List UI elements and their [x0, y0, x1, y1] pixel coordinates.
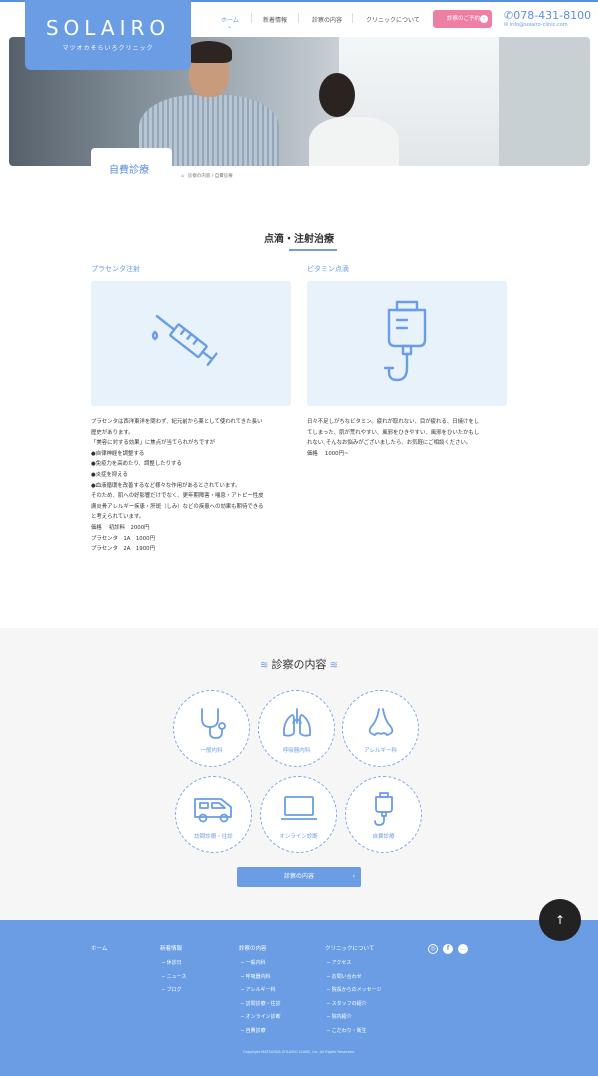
card-title-placenta: プラセンタ注射 [91, 265, 140, 273]
price-line: プラセンタ 2A 1900円 [91, 546, 155, 553]
page-top-button[interactable]: ↑ [539, 899, 581, 941]
footer-head-news[interactable]: 新着情報 [160, 944, 186, 952]
car-icon [193, 798, 232, 823]
footer-link[interactable]: ─ 一般内科 [239, 959, 281, 973]
email-address[interactable]: ✉ info@solairo-clinic.com [504, 22, 568, 28]
breadcrumb-link[interactable]: 診察の内容 [188, 174, 211, 179]
arrow-right-icon: › [480, 15, 488, 23]
logo-subtitle: マツオカそらいろクリニック [62, 45, 154, 52]
price-line: 価格 初診料 2000円 [91, 524, 150, 531]
service-home-visit[interactable]: 訪問診療・往診 [175, 776, 252, 853]
section-underline [289, 249, 337, 251]
card-description-placenta: プラセンタは西洋東洋を問わず、紀元前から薬として使われてきた長い 歴史があります… [91, 417, 301, 555]
logo-name: SOLAIRO [45, 16, 171, 40]
chevron-down-icon: ⌄ [227, 23, 233, 30]
footer-link[interactable]: ─ ブログ [160, 986, 186, 1000]
syringe-icon [151, 314, 218, 366]
reserve-label: 診察のご予約 [447, 16, 481, 22]
footer-column-news: 新着情報 ─ 休診日 ─ ニュース ─ ブログ [160, 944, 186, 1000]
wave-deco-icon: ≋ [259, 660, 272, 671]
line-icon[interactable]: … [458, 944, 468, 954]
stethoscope-icon [200, 708, 226, 739]
nav-services[interactable]: 診察の内容 [312, 15, 342, 24]
nav-about[interactable]: クリニックについて [366, 15, 420, 24]
breadcrumb: ⌂ 診察の内容 / 自費診療 [181, 174, 233, 179]
copyright: Copyright MATSUOKA SOLAIRO CLINIC, Inc. … [243, 1050, 355, 1054]
price-line: プラセンタ 1A 1000円 [91, 535, 155, 542]
nav-divider [352, 13, 353, 23]
service-online[interactable]: オンライン診断 [260, 776, 337, 853]
footer-link[interactable]: ─ 訪問診療・往診 [239, 1000, 281, 1014]
footer-link[interactable]: ─ アレルギー科 [239, 986, 281, 1000]
card-title-vitamin: ビタミン点滴 [307, 265, 349, 273]
footer-column-home: ホーム [91, 944, 107, 959]
nav-news[interactable]: 新着情報 [263, 15, 287, 24]
footer-link[interactable]: ─ 院内紹介 [325, 1013, 382, 1027]
iv-drip-icon [373, 792, 393, 826]
wave-deco-icon: ≋ [326, 660, 339, 671]
nav-divider [298, 13, 299, 23]
footer-link[interactable]: ─ アクセス [325, 959, 382, 973]
service-self-pay[interactable]: 自費診療 [345, 776, 422, 853]
footer-head-services[interactable]: 診察の内容 [239, 944, 281, 952]
footer-link[interactable]: ─ オンライン診断 [239, 1013, 281, 1027]
footer-link[interactable]: ─ ニュース [160, 973, 186, 987]
footer-link-home[interactable]: ホーム [91, 944, 107, 952]
footer-link[interactable]: ─ 呼吸器内科 [239, 973, 281, 987]
reserve-button[interactable]: 診察のご予約 › [433, 10, 492, 28]
footer-column-services: 診察の内容 ─ 一般内科 ─ 呼吸器内科 ─ アレルギー科 ─ 訪問診療・往診 … [239, 944, 281, 1041]
breadcrumb-current: 自費診療 [214, 174, 233, 179]
clinic-logo[interactable]: SOLAIRO マツオカそらいろクリニック [25, 0, 191, 70]
facebook-icon[interactable]: f [443, 944, 453, 954]
laptop-icon [280, 796, 317, 820]
services-button[interactable]: 診察の内容 › [237, 867, 361, 887]
phone-icon: ✆ [504, 9, 514, 22]
service-general[interactable]: 一般内科 [173, 690, 250, 767]
section-title: 点滴・注射治療 [264, 234, 334, 245]
footer-head-about[interactable]: クリニックについて [325, 944, 382, 952]
footer-link[interactable]: ─ スタッフの紹介 [325, 1000, 382, 1014]
page-title: 自費診療 [109, 165, 149, 176]
footer-link[interactable]: ─ こだわり・衛生 [325, 1027, 382, 1041]
service-respiratory[interactable]: 呼吸器内科 [258, 690, 335, 767]
footer-link[interactable]: ─ 自費診療 [239, 1027, 281, 1041]
footer-link[interactable]: ─ お問い合わせ [325, 973, 382, 987]
services-title: ≋ 診察の内容 ≋ [259, 658, 339, 671]
price-line: 価格 1000円~ [307, 450, 349, 457]
lungs-icon [282, 708, 311, 737]
footer-link[interactable]: ─ 院長からのメッセージ [325, 986, 382, 1000]
home-icon[interactable]: ⌂ [181, 174, 184, 179]
footer-link[interactable]: ─ 休診日 [160, 959, 186, 973]
card-image-placenta [91, 281, 291, 406]
arrow-right-icon: › [352, 873, 355, 880]
instagram-icon[interactable]: ◎ [428, 944, 438, 954]
phone-number[interactable]: ✆078-431-8100 [504, 9, 591, 22]
nav-divider [251, 13, 252, 23]
iv-drip-icon [383, 300, 427, 381]
card-image-vitamin [307, 281, 507, 406]
page-title-tab: 自費診療 [91, 148, 172, 184]
card-description-vitamin: 日々不足しがちなビタミン。疲れが取れない、目が疲れる、日焼けをし てしまった、肌… [307, 417, 517, 459]
footer-column-about: クリニックについて ─ アクセス ─ お問い合わせ ─ 院長からのメッセージ ─… [325, 944, 382, 1041]
nose-icon [368, 708, 393, 737]
service-allergy[interactable]: アレルギー科 [342, 690, 419, 767]
